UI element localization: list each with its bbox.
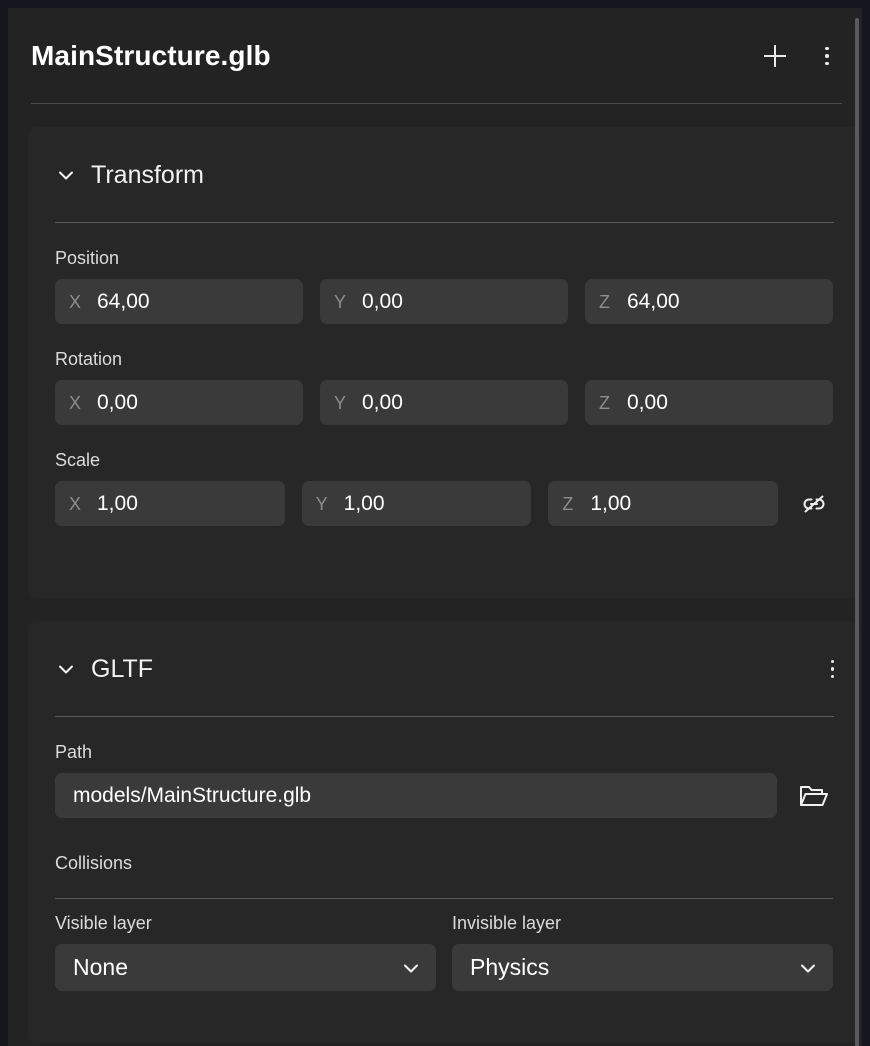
gltf-header[interactable]: GLTF [28,621,860,717]
path-input[interactable]: models/MainStructure.glb [55,773,777,818]
axis-label-y: Y [334,293,358,311]
position-y-value: 0,00 [362,291,403,312]
vertical-scrollbar[interactable] [852,18,862,1046]
position-x-value: 64,00 [97,291,150,312]
axis-label-z: Z [599,394,623,412]
rotation-z-input[interactable]: Z 0,00 [585,380,833,425]
path-label: Path [55,743,833,761]
visible-layer-value: None [73,956,128,979]
chevron-down-icon[interactable] [55,164,77,186]
scale-y-input[interactable]: Y 1,00 [302,481,532,526]
collisions-label: Collisions [55,854,833,872]
invisible-layer-group: Invisible layer Physics [452,914,833,991]
position-z-value: 64,00 [627,291,680,312]
transform-header-divider [55,222,834,223]
position-row: X 64,00 Y 0,00 Z 64,00 [55,279,833,324]
axis-label-y: Y [334,394,358,412]
visible-layer-group: Visible layer None [55,914,436,991]
gltf-body: Path models/MainStructure.glb Collisions… [28,743,860,991]
path-row: models/MainStructure.glb [55,773,833,818]
transform-body: Position X 64,00 Y 0,00 Z 64,00 Rotation [28,249,860,526]
path-value: models/MainStructure.glb [73,785,311,806]
scale-label: Scale [55,451,833,469]
collisions-divider [55,898,833,899]
axis-label-x: X [69,394,93,412]
unlink-icon [799,489,829,519]
visible-layer-label: Visible layer [55,914,436,932]
gltf-menu-button[interactable] [831,660,835,679]
add-component-button[interactable] [760,41,790,71]
scale-row: X 1,00 Y 1,00 Z 1,00 [55,481,833,526]
plus-icon [764,45,786,67]
scale-x-value: 1,00 [97,493,138,514]
position-z-input[interactable]: Z 64,00 [585,279,833,324]
header-actions [760,41,842,71]
axis-label-x: X [69,293,93,311]
rotation-x-value: 0,00 [97,392,138,413]
transform-header[interactable]: Transform [28,127,860,223]
page-title: MainStructure.glb [31,42,271,70]
rotation-label: Rotation [55,350,833,368]
scale-uniform-lock-toggle[interactable] [795,485,833,523]
invisible-layer-select[interactable]: Physics [452,944,833,991]
axis-label-y: Y [316,495,340,513]
rotation-x-input[interactable]: X 0,00 [55,380,303,425]
axis-label-z: Z [562,495,586,513]
gltf-header-divider [55,716,834,717]
rotation-row: X 0,00 Y 0,00 Z 0,00 [55,380,833,425]
visible-layer-select[interactable]: None [55,944,436,991]
position-y-input[interactable]: Y 0,00 [320,279,568,324]
scrollbar-thumb[interactable] [855,18,859,1046]
scale-z-input[interactable]: Z 1,00 [548,481,778,526]
chevron-down-icon [797,957,819,979]
browse-file-button[interactable] [793,776,833,816]
header-divider [31,103,842,104]
scale-x-input[interactable]: X 1,00 [55,481,285,526]
section-gltf: GLTF Path models/MainStructure.glb Coll [28,621,860,1043]
scale-y-value: 1,00 [344,493,385,514]
rotation-z-value: 0,00 [627,392,668,413]
invisible-layer-label: Invisible layer [452,914,833,932]
rotation-y-input[interactable]: Y 0,00 [320,380,568,425]
gltf-title: GLTF [91,657,153,682]
panel-header: MainStructure.glb [8,8,862,104]
inspector-panel: MainStructure.glb Transform Position [8,8,862,1046]
transform-title: Transform [91,163,204,188]
kebab-menu-icon [825,47,829,66]
section-transform: Transform Position X 64,00 Y 0,00 Z 64,0… [28,127,860,598]
chevron-down-icon [400,957,422,979]
axis-label-x: X [69,495,93,513]
position-x-input[interactable]: X 64,00 [55,279,303,324]
folder-open-icon [798,783,828,809]
collision-layers-row: Visible layer None Invisible layer Physi… [55,914,833,991]
scale-z-value: 1,00 [590,493,631,514]
panel-menu-button[interactable] [812,41,842,71]
position-label: Position [55,249,833,267]
axis-label-z: Z [599,293,623,311]
rotation-y-value: 0,00 [362,392,403,413]
chevron-down-icon[interactable] [55,658,77,680]
invisible-layer-value: Physics [470,956,549,979]
